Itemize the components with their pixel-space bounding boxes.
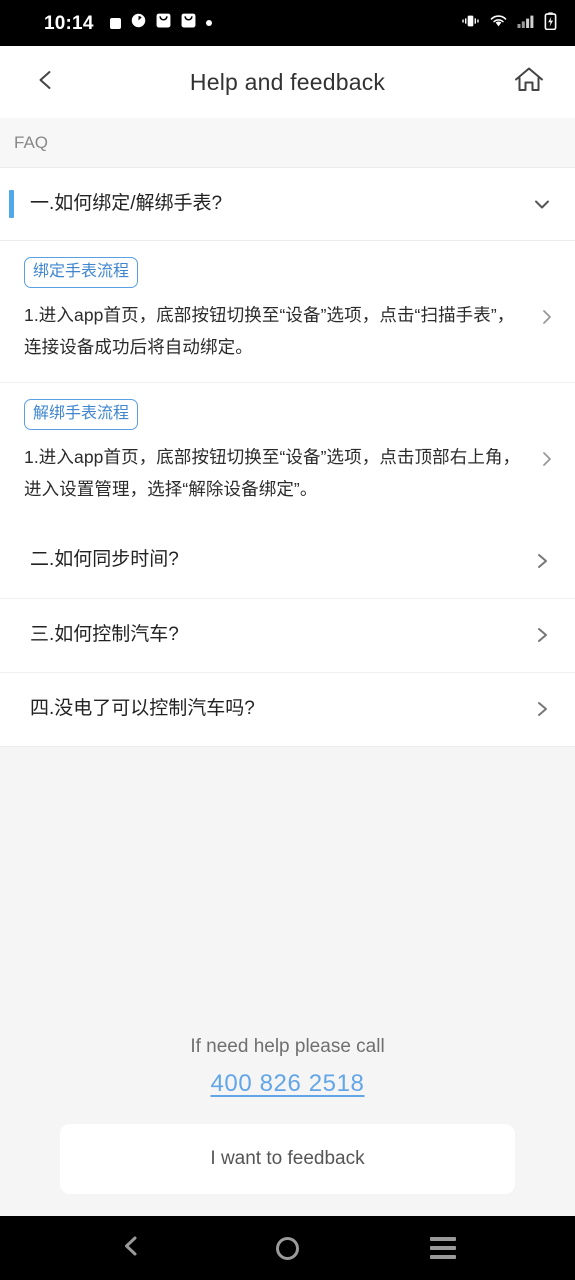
android-navigation-bar [0, 1216, 575, 1280]
status-bar: 10:14 [0, 0, 575, 46]
stop-square-icon [109, 17, 121, 29]
faq-item-2-header[interactable]: 二.如何同步时间? [0, 523, 575, 598]
faq-list: 一.如何绑定/解绑手表? 绑定手表流程 1.进入app首页，底部按钮切换至“设备… [0, 168, 575, 747]
answer-text: 1.进入app首页，底部按钮切换至“设备”选项，点击“扫描手表”，连接设备成功后… [24, 305, 515, 358]
chevron-right-icon[interactable] [537, 449, 557, 469]
chevron-right-icon[interactable] [531, 550, 553, 572]
nav-recents-button[interactable] [415, 1220, 471, 1276]
call-help-label: If need help please call [190, 1036, 385, 1057]
app-header: Help and feedback [0, 46, 575, 118]
status-bar-system-icons [461, 11, 557, 35]
faq-item-1-title: 一.如何绑定/解绑手表? [30, 192, 223, 214]
faq-item-3-header[interactable]: 三.如何控制汽车? [0, 597, 575, 672]
faq-item-1-answers: 绑定手表流程 1.进入app首页，底部按钮切换至“设备”选项，点击“扫描手表”，… [0, 240, 575, 524]
empty-space [0, 746, 575, 1036]
nav-recents-icon [430, 1237, 457, 1259]
alarm-clock-icon [131, 13, 146, 33]
app-notification-icon [181, 13, 196, 33]
faq-section-label: FAQ [0, 118, 575, 168]
nav-back-icon [119, 1233, 145, 1264]
status-bar-notification-icons [109, 13, 212, 33]
faq-item-2-title: 二.如何同步时间? [30, 549, 179, 571]
chevron-right-icon[interactable] [537, 307, 557, 327]
support-phone-link[interactable]: 400 826 2518 [210, 1070, 364, 1098]
faq-item-1-header[interactable]: 一.如何绑定/解绑手表? [0, 168, 575, 240]
wifi-icon [489, 13, 508, 34]
battery-charging-icon [544, 11, 557, 35]
signal-bars-icon [517, 13, 535, 34]
chevron-right-icon[interactable] [531, 698, 553, 720]
page-title: Help and feedback [189, 68, 386, 95]
chevron-left-icon [33, 67, 59, 98]
nav-back-button[interactable] [104, 1220, 160, 1276]
answer-card[interactable]: 解绑手表流程 1.进入app首页，底部按钮切换至“设备”选项，点击顶部右上角，进… [0, 381, 575, 524]
app-screen: 10:14 Help and feedback FAQ 一.如何绑定/解绑手表?… [0, 0, 575, 1280]
nav-home-icon [275, 1236, 299, 1260]
answer-badge: 绑定手表流程 [24, 257, 139, 288]
answer-text: 1.进入app首页，底部按钮切换至“设备”选项，点击顶部右上角，进入设置管理，选… [24, 446, 521, 500]
home-button[interactable] [505, 58, 553, 106]
help-footer: If need help please call 400 826 2518 I … [0, 1036, 575, 1216]
dot-icon [205, 20, 212, 26]
active-accent-bar [9, 190, 14, 218]
chevron-down-icon[interactable] [531, 193, 553, 215]
back-button[interactable] [22, 58, 70, 106]
chevron-right-icon[interactable] [531, 624, 553, 646]
nav-home-button[interactable] [259, 1220, 315, 1276]
home-icon [512, 63, 546, 102]
status-bar-clock: 10:14 [44, 12, 94, 34]
feedback-button[interactable]: I want to feedback [60, 1124, 515, 1194]
app-notification-icon [156, 13, 171, 33]
faq-item-4-title: 四.没电了可以控制汽车吗? [30, 697, 255, 719]
answer-card[interactable]: 绑定手表流程 1.进入app首页，底部按钮切换至“设备”选项，点击“扫描手表”，… [0, 240, 575, 382]
faq-item-3-title: 三.如何控制汽车? [30, 623, 179, 645]
vibrate-icon [461, 13, 480, 34]
answer-badge: 解绑手表流程 [24, 398, 139, 430]
faq-item-4-header[interactable]: 四.没电了可以控制汽车吗? [0, 671, 575, 746]
